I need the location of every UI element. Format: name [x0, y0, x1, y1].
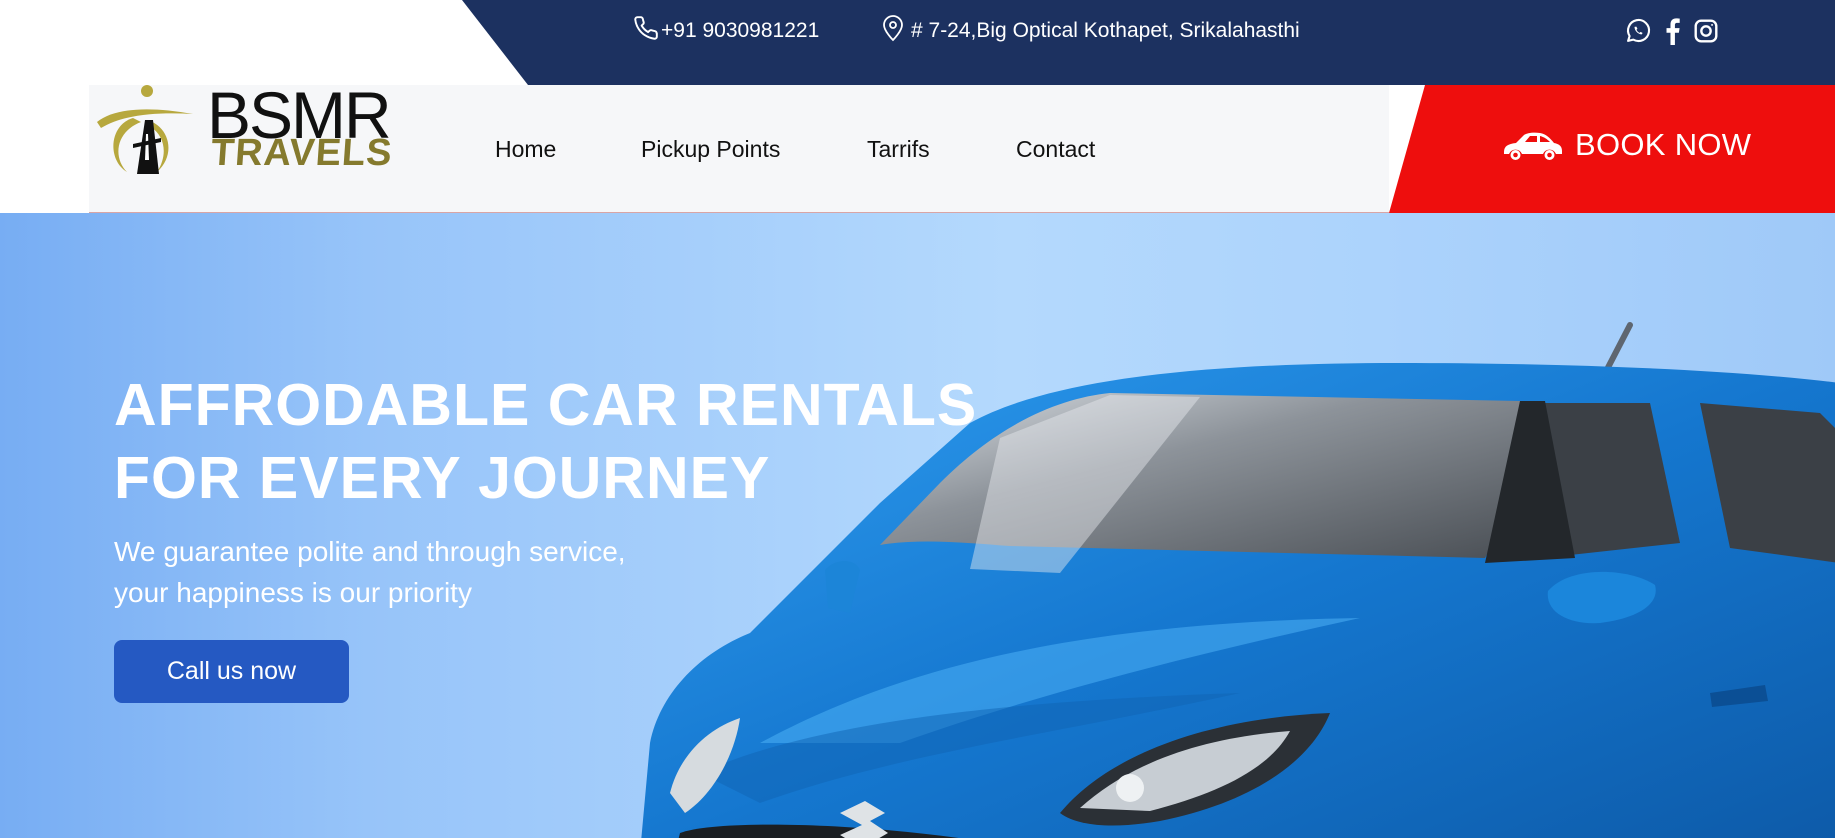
hero-subtitle-line2: your happiness is our priority: [114, 577, 472, 608]
phone-number: +91 9030981221: [661, 19, 820, 42]
hero-subtitle-line1: We guarantee polite and through service,: [114, 536, 626, 567]
hero-headline: AFFRODABLE CAR RENTALS FOR EVERY JOURNEY: [114, 369, 977, 515]
hero-headline-line2: FOR EVERY JOURNEY: [114, 445, 771, 511]
instagram-icon[interactable]: [1691, 16, 1721, 46]
call-us-now-button[interactable]: Call us now: [114, 640, 349, 703]
hero-banner: AFFRODABLE CAR RENTALS FOR EVERY JOURNEY…: [0, 213, 1835, 838]
nav-home[interactable]: Home: [495, 136, 556, 163]
logo-travels-text: TRAVELS: [209, 132, 395, 174]
phone-icon: [633, 15, 661, 47]
logo-emblem-icon: [97, 85, 193, 174]
nav-contact[interactable]: Contact: [1016, 136, 1095, 163]
car-image: [641, 322, 1835, 838]
location-pin-icon: [881, 14, 907, 48]
hero-subtitle: We guarantee polite and through service,…: [114, 531, 626, 613]
book-now-label: BOOK NOW: [1575, 127, 1752, 162]
address-text: # 7-24,Big Optical Kothapet, Srikalahast…: [911, 19, 1300, 42]
bsmr-travels-logo[interactable]: BSMR TRAVELS: [89, 80, 429, 182]
whatsapp-icon[interactable]: [1623, 16, 1653, 46]
facebook-icon[interactable]: [1657, 16, 1687, 46]
book-now-button[interactable]: BOOK NOW: [1389, 85, 1835, 213]
nav-tarrifs[interactable]: Tarrifs: [867, 136, 930, 163]
phone-contact[interactable]: +91 9030981221: [633, 15, 820, 47]
hero-headline-line1: AFFRODABLE CAR RENTALS: [114, 372, 978, 438]
car-icon: [1500, 130, 1564, 167]
address-contact: # 7-24,Big Optical Kothapet, Srikalahast…: [881, 14, 1300, 48]
nav-pickup-points[interactable]: Pickup Points: [641, 136, 780, 163]
